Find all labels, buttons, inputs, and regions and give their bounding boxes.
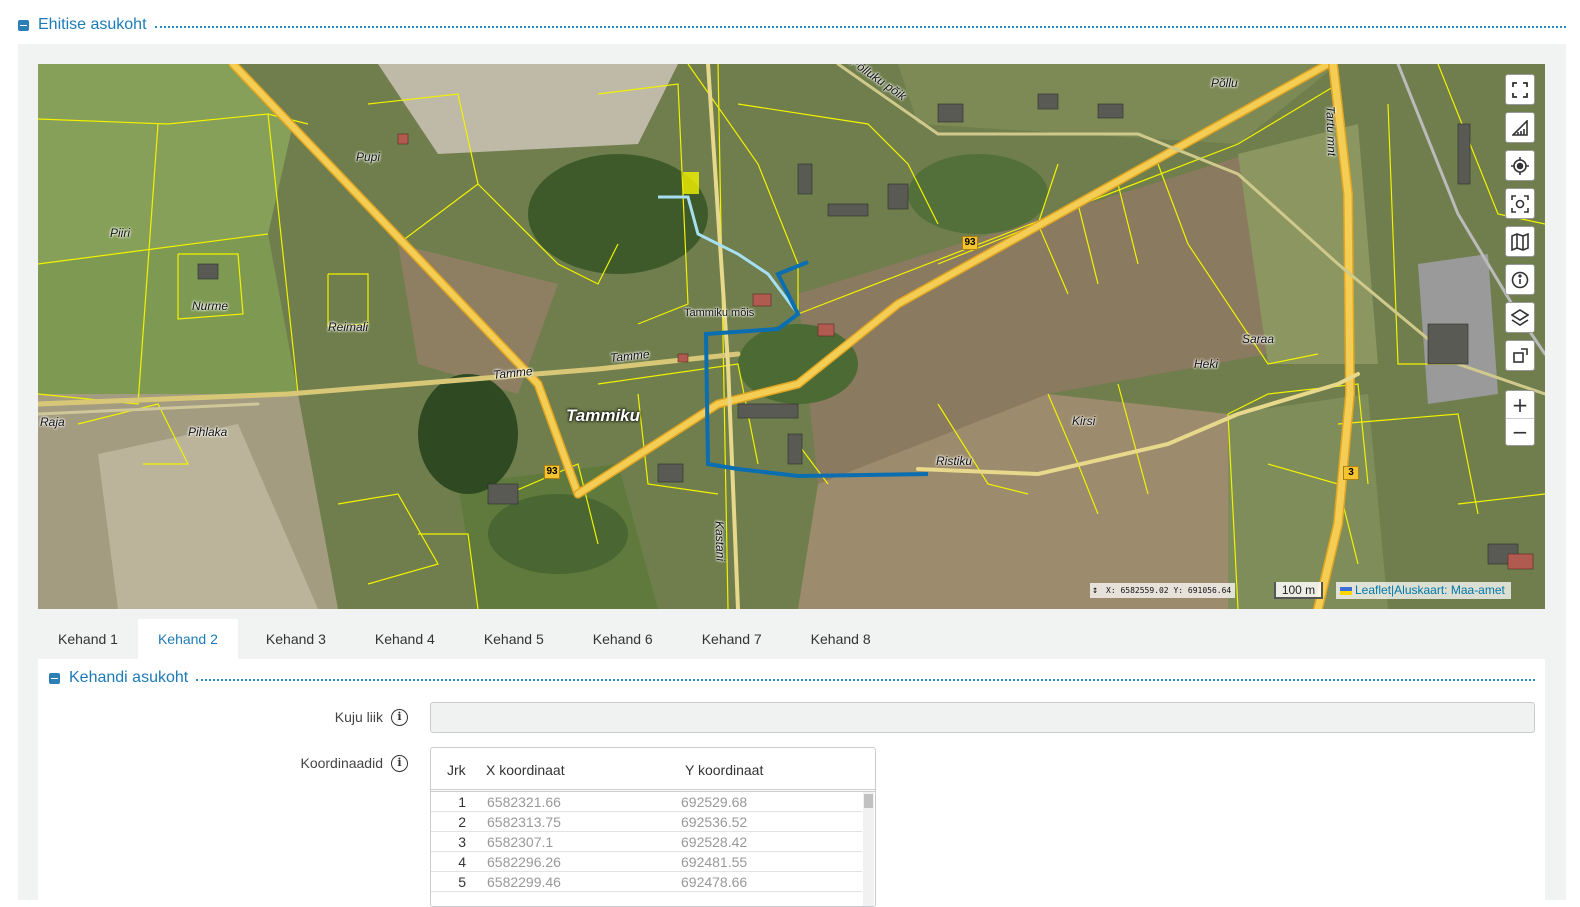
coordinate-readout: ↕ X: 6582559.02 Y: 691056.64 bbox=[1090, 583, 1236, 598]
map-label-kirsi: Kirsi bbox=[1072, 414, 1096, 428]
map-attribution: Leaflet|Aluskaart: Maa-amet bbox=[1336, 582, 1511, 599]
tab-kehand-3[interactable]: Kehand 3 bbox=[238, 619, 347, 659]
shape-type-label: Kuju liik bbox=[334, 709, 383, 725]
row-y: 692481.55 bbox=[681, 854, 748, 870]
tab-kehand-1[interactable]: Kehand 1 bbox=[38, 619, 138, 659]
map-label-ristiku: Ristiku bbox=[936, 454, 973, 468]
table-row[interactable]: 1 6582321.66 692529.68 bbox=[431, 792, 862, 812]
table-row[interactable]: 5 6582299.46 692478.66 bbox=[431, 872, 862, 892]
map-icon[interactable] bbox=[1505, 226, 1535, 257]
shape-type-field[interactable] bbox=[430, 702, 1535, 733]
kehand-tabs: Kehand 1 Kehand 2 Kehand 3 Kehand 4 Keha… bbox=[38, 619, 892, 659]
coordinate-arrows-icon: ↕ bbox=[1092, 585, 1099, 596]
map-label-heki: Heki bbox=[1194, 357, 1219, 371]
collapse-icon[interactable] bbox=[18, 19, 29, 31]
zoom-control: + − bbox=[1505, 390, 1535, 446]
zoom-out-button[interactable]: − bbox=[1506, 418, 1534, 445]
tab-kehand-4[interactable]: Kehand 4 bbox=[347, 619, 456, 659]
tab-kehand-6[interactable]: Kehand 6 bbox=[565, 619, 674, 659]
draw-icon[interactable] bbox=[1505, 340, 1535, 371]
row-jrk: 2 bbox=[458, 814, 466, 830]
coordinate-y: Y: 691056.64 bbox=[1173, 586, 1232, 595]
row-y: 692528.42 bbox=[681, 834, 748, 850]
collapse-icon[interactable] bbox=[49, 672, 60, 684]
row-x: 6582307.1 bbox=[487, 834, 554, 850]
kehand-panel: Kehandi asukoht Kuju liik i Koordinaadid… bbox=[38, 659, 1545, 907]
map-label-pollu: Põllu bbox=[1211, 76, 1238, 90]
map-label-kastani: Kastani bbox=[712, 520, 728, 562]
map-label-saraa: Saraa bbox=[1242, 332, 1275, 346]
table-header: Jrk X koordinaat Y koordinaat bbox=[431, 748, 875, 792]
tab-kehand-7[interactable]: Kehand 7 bbox=[674, 619, 783, 659]
section-title: Ehitise asukoht bbox=[38, 16, 147, 33]
leaflet-link[interactable]: Leaflet bbox=[1355, 583, 1391, 597]
map-label-pihlaka: Pihlaka bbox=[188, 425, 228, 439]
map-label-nurme: Nurme bbox=[192, 299, 229, 313]
kehand-section-header: Kehandi asukoht bbox=[49, 668, 1535, 688]
tab-kehand-8[interactable]: Kehand 8 bbox=[783, 619, 892, 659]
table-scrollbar[interactable] bbox=[863, 792, 874, 906]
row-x: 6582296.26 bbox=[487, 854, 561, 870]
zoom-in-button[interactable]: + bbox=[1506, 391, 1534, 418]
road-number-93-a: 93 bbox=[544, 465, 560, 479]
ukraine-flag-icon bbox=[1340, 586, 1352, 595]
road-number-3: 3 bbox=[1343, 466, 1359, 480]
road-number-93-b: 93 bbox=[962, 236, 978, 250]
row-jrk: 5 bbox=[458, 874, 466, 890]
kehand-section-title: Kehandi asukoht bbox=[69, 669, 189, 686]
layers-icon[interactable] bbox=[1505, 302, 1535, 333]
locate-icon[interactable] bbox=[1505, 150, 1535, 181]
row-jrk: 4 bbox=[458, 854, 466, 870]
row-x: 6582313.75 bbox=[487, 814, 561, 830]
header-x-coordinate: X koordinaat bbox=[486, 762, 565, 778]
row-jrk: 1 bbox=[458, 794, 466, 810]
fullscreen-icon[interactable] bbox=[1505, 74, 1535, 105]
map-label-raja: Raja bbox=[40, 415, 65, 429]
header-jrk: Jrk bbox=[447, 762, 466, 778]
map-basemap bbox=[38, 64, 1545, 609]
row-x: 6582321.66 bbox=[487, 794, 561, 810]
table-row[interactable]: 4 6582296.26 692481.55 bbox=[431, 852, 862, 872]
table-row[interactable]: 2 6582313.75 692536.52 bbox=[431, 812, 862, 832]
row-y: 692536.52 bbox=[681, 814, 748, 830]
row-y: 692478.66 bbox=[681, 874, 748, 890]
map-view[interactable]: Pupi Piiri Nurme Reimali Raja Pihlaka Ta… bbox=[38, 64, 1545, 609]
table-row[interactable]: 3 6582307.1 692528.42 bbox=[431, 832, 862, 852]
map-label-reimali: Reimali bbox=[328, 320, 369, 334]
coordinates-table: Jrk X koordinaat Y koordinaat 1 6582321.… bbox=[430, 747, 876, 907]
coordinate-x: X: 6582559.02 bbox=[1106, 586, 1169, 595]
scale-bar: 100 m bbox=[1274, 582, 1323, 599]
divider bbox=[154, 26, 1566, 28]
screenshot-icon[interactable] bbox=[1505, 188, 1535, 219]
row-jrk: 3 bbox=[458, 834, 466, 850]
row-y: 692529.68 bbox=[681, 794, 748, 810]
measure-icon[interactable] bbox=[1505, 112, 1535, 143]
scrollbar-thumb[interactable] bbox=[864, 794, 873, 808]
basemap-link[interactable]: Aluskaart: Maa-amet bbox=[1394, 583, 1505, 597]
map-label-pupi: Pupi bbox=[356, 150, 381, 164]
map-label-tammiku: Tammiku bbox=[566, 406, 641, 425]
map-label-piiri: Piiri bbox=[110, 226, 130, 240]
divider bbox=[196, 679, 1535, 681]
tab-kehand-2[interactable]: Kehand 2 bbox=[137, 619, 238, 659]
coordinates-info-icon[interactable]: i bbox=[391, 755, 408, 772]
coordinates-label: Koordinaadid bbox=[300, 755, 383, 771]
map-toolbar bbox=[1505, 74, 1535, 371]
section-header-ehitise-asukoht: Ehitise asukoht bbox=[18, 14, 1566, 36]
shape-type-info-icon[interactable]: i bbox=[391, 709, 408, 726]
tab-kehand-5[interactable]: Kehand 5 bbox=[456, 619, 565, 659]
row-x: 6582299.46 bbox=[487, 874, 561, 890]
map-label-tammiku-mois: Tammiku mõis bbox=[684, 307, 755, 319]
info-icon[interactable] bbox=[1505, 264, 1535, 295]
header-y-coordinate: Y koordinaat bbox=[685, 762, 764, 778]
map-label-tartu-mnt: Tartu mnt bbox=[1323, 105, 1339, 157]
